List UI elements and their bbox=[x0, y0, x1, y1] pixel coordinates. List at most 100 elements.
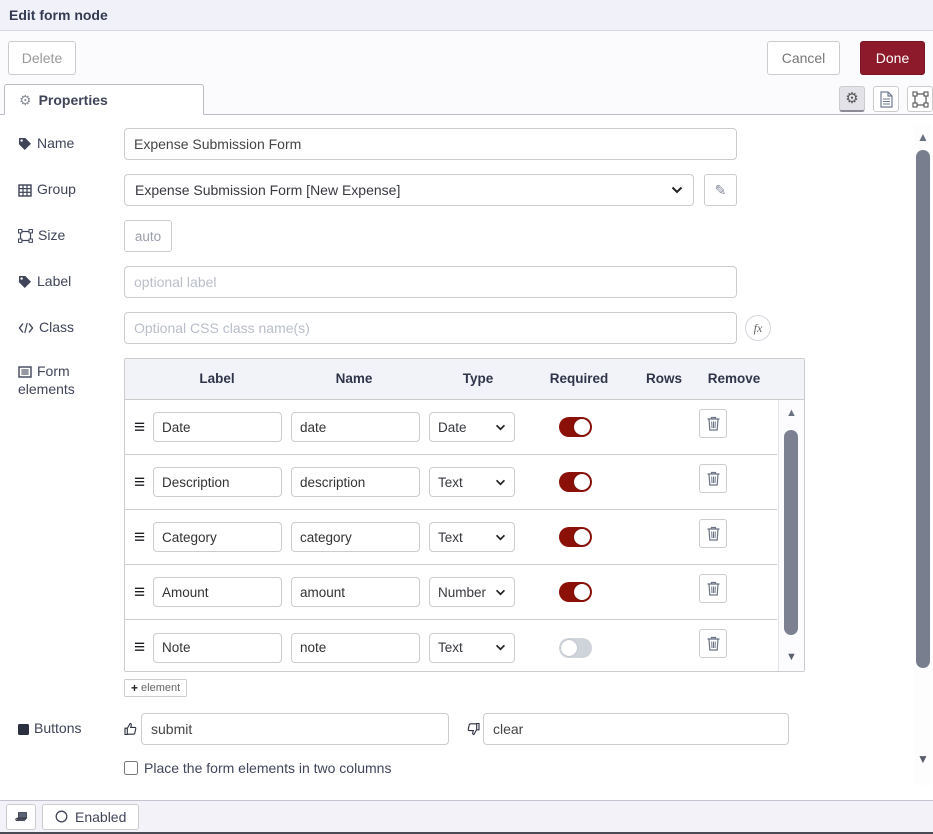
chevron-down-icon bbox=[495, 644, 506, 651]
drag-handle-icon[interactable]: ≡ bbox=[134, 638, 148, 657]
two-columns-row: Place the form elements in two columns bbox=[124, 760, 933, 776]
group-row: Group Expense Submission Form [New Expen… bbox=[18, 174, 933, 206]
remove-element-button[interactable] bbox=[699, 629, 727, 658]
size-auto-button[interactable]: auto bbox=[124, 220, 172, 252]
tab-properties-label: Properties bbox=[39, 92, 108, 108]
element-label-input[interactable] bbox=[153, 633, 282, 663]
form-elements-row: Form elements Label Name Type Required R… bbox=[18, 358, 933, 697]
column-header-rows: Rows bbox=[646, 371, 682, 386]
list-icon bbox=[18, 366, 32, 378]
two-columns-label: Place the form elements in two columns bbox=[144, 760, 391, 776]
required-toggle[interactable] bbox=[559, 527, 592, 547]
edit-group-button[interactable]: ✎ bbox=[704, 174, 737, 206]
table-row: ≡ Text bbox=[125, 620, 777, 671]
element-label-input[interactable] bbox=[153, 412, 282, 442]
tab-properties[interactable]: ⚙ Properties bbox=[4, 84, 204, 115]
table-scrollbar[interactable]: ▲ ▼ bbox=[778, 400, 804, 671]
dialog-header: Edit form node bbox=[0, 0, 933, 31]
trash-icon bbox=[707, 636, 720, 651]
required-toggle[interactable] bbox=[559, 417, 592, 437]
submit-button-label-input[interactable] bbox=[141, 713, 449, 745]
circle-icon bbox=[55, 810, 68, 823]
scroll-up-icon[interactable]: ▲ bbox=[917, 131, 929, 143]
thumbs-down-icon bbox=[466, 722, 480, 736]
edit-properties-button[interactable]: ⚙ bbox=[839, 86, 865, 112]
remove-element-button[interactable] bbox=[699, 409, 727, 438]
size-row: Size auto bbox=[18, 220, 933, 252]
enabled-label: Enabled bbox=[75, 809, 126, 825]
cancel-button[interactable]: Cancel bbox=[767, 41, 840, 75]
add-element-button[interactable]: + element bbox=[124, 679, 187, 697]
element-name-input[interactable] bbox=[291, 522, 420, 552]
clear-button-label-input[interactable] bbox=[483, 713, 789, 745]
element-label-input[interactable] bbox=[153, 522, 282, 552]
expression-fx-button[interactable]: fx bbox=[745, 315, 771, 341]
element-name-input[interactable] bbox=[291, 577, 420, 607]
thumbs-up-icon bbox=[124, 722, 138, 736]
column-header-required: Required bbox=[550, 371, 609, 386]
panel-scrollbar[interactable]: ▲ ▼ bbox=[914, 125, 932, 785]
required-toggle[interactable] bbox=[559, 638, 592, 658]
form-elements-label: Form elements bbox=[18, 358, 124, 398]
group-label: Group bbox=[18, 181, 124, 199]
node-appearance-button[interactable] bbox=[907, 86, 933, 112]
table-row: ≡ Text bbox=[125, 510, 777, 565]
element-type-select[interactable]: Text bbox=[429, 633, 515, 663]
scroll-down-icon[interactable]: ▼ bbox=[917, 753, 929, 765]
chevron-down-icon bbox=[495, 424, 506, 431]
chevron-down-icon bbox=[495, 589, 506, 596]
element-name-input[interactable] bbox=[291, 412, 420, 442]
gear-icon: ⚙ bbox=[19, 93, 32, 107]
element-label-input[interactable] bbox=[153, 467, 282, 497]
done-button[interactable]: Done bbox=[860, 41, 925, 75]
table-row: ≡ Date bbox=[125, 400, 777, 455]
node-description-button[interactable] bbox=[873, 86, 899, 112]
element-type-select[interactable]: Number bbox=[429, 577, 515, 607]
remove-element-button[interactable] bbox=[699, 464, 727, 493]
tag-icon bbox=[18, 137, 32, 151]
remove-element-button[interactable] bbox=[699, 574, 727, 603]
name-row: Name bbox=[18, 128, 933, 160]
element-type-select[interactable]: Text bbox=[429, 522, 515, 552]
label-input[interactable] bbox=[124, 266, 737, 298]
enabled-toggle-button[interactable]: Enabled bbox=[42, 804, 139, 830]
remove-element-button[interactable] bbox=[699, 519, 727, 548]
chevron-down-icon bbox=[495, 534, 506, 541]
trash-icon bbox=[707, 471, 720, 486]
table-body: ≡ Date bbox=[125, 400, 804, 671]
name-input[interactable] bbox=[124, 128, 737, 160]
group-select-value: Expense Submission Form [New Expense] bbox=[135, 182, 400, 198]
scroll-down-icon[interactable]: ▼ bbox=[786, 652, 797, 663]
delete-button[interactable]: Delete bbox=[8, 41, 76, 75]
buttons-label: Buttons bbox=[18, 720, 124, 738]
size-label: Size bbox=[18, 227, 124, 245]
properties-panel: Name Group Expense Submission Form [New … bbox=[0, 115, 933, 791]
element-type-select[interactable]: Date bbox=[429, 412, 515, 442]
trash-icon bbox=[707, 416, 720, 431]
required-toggle[interactable] bbox=[559, 472, 592, 492]
drag-handle-icon[interactable]: ≡ bbox=[134, 418, 148, 437]
group-select[interactable]: Expense Submission Form [New Expense] bbox=[124, 174, 694, 206]
class-input[interactable] bbox=[124, 312, 737, 344]
pencil-icon: ✎ bbox=[715, 182, 727, 199]
buttons-row: Buttons bbox=[18, 713, 933, 745]
tag-icon bbox=[18, 275, 32, 289]
scrollbar-thumb[interactable] bbox=[784, 430, 798, 635]
docs-button[interactable] bbox=[6, 804, 36, 830]
book-icon bbox=[14, 810, 28, 823]
required-toggle[interactable] bbox=[559, 582, 592, 602]
element-label-input[interactable] bbox=[153, 577, 282, 607]
element-name-input[interactable] bbox=[291, 633, 420, 663]
drag-handle-icon[interactable]: ≡ bbox=[134, 583, 148, 602]
drag-handle-icon[interactable]: ≡ bbox=[134, 473, 148, 492]
scroll-up-icon[interactable]: ▲ bbox=[786, 408, 797, 419]
chevron-down-icon bbox=[671, 186, 683, 194]
scrollbar-thumb[interactable] bbox=[916, 150, 930, 668]
dialog-toolbar: Delete Cancel Done bbox=[0, 31, 933, 84]
fx-icon: fx bbox=[754, 321, 763, 336]
two-columns-checkbox[interactable] bbox=[124, 761, 138, 775]
element-name-input[interactable] bbox=[291, 467, 420, 497]
element-type-select[interactable]: Text bbox=[429, 467, 515, 497]
square-icon bbox=[18, 724, 29, 735]
drag-handle-icon[interactable]: ≡ bbox=[134, 528, 148, 547]
